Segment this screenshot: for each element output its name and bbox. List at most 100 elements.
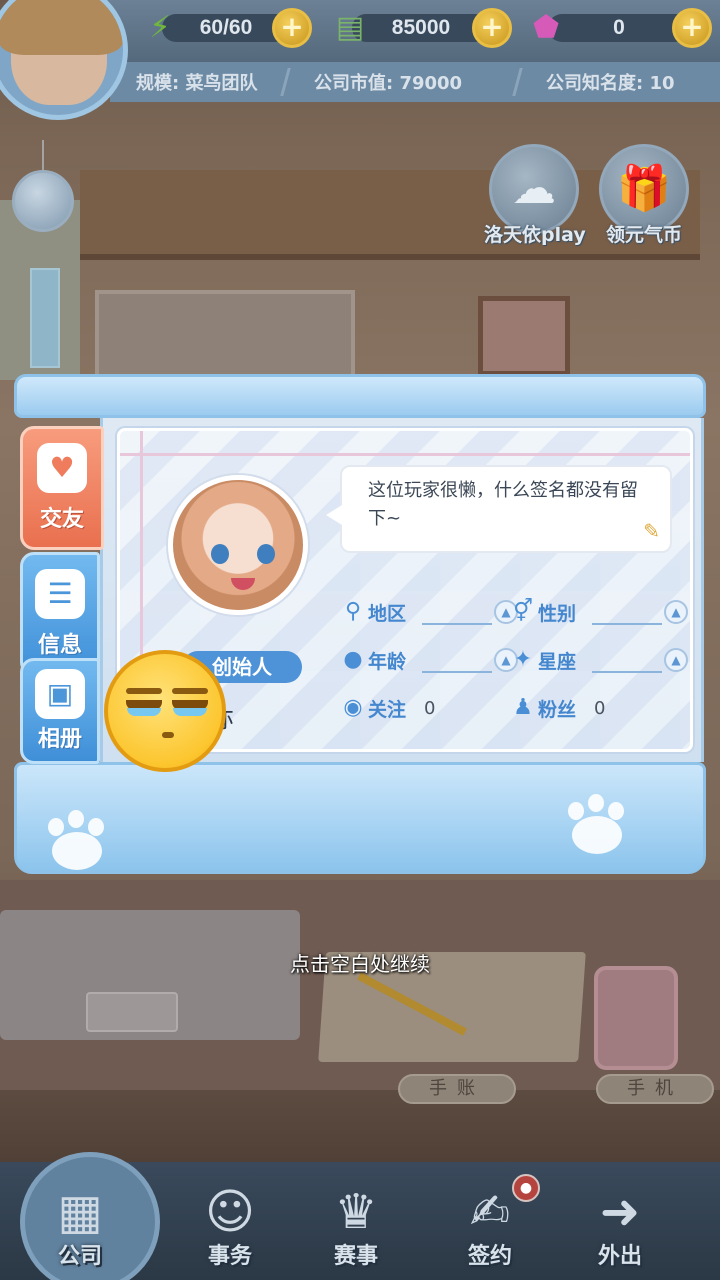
tab-album[interactable]: ▣ 相册 [20,658,100,764]
zodiac-field[interactable]: ✦ 星座 ▲ [510,645,688,675]
add-gem-button[interactable]: + [672,8,712,48]
fans-stat[interactable]: ♟ 粉丝 0 [510,693,605,723]
nav-sign[interactable]: ✍ ● 签约 [430,1170,550,1280]
company-fame: 公司知名度: 10 [546,73,675,94]
tap-to-continue-hint[interactable]: 点击空白处继续 [0,948,720,977]
profile-dialog: 创始人 亦 这位玩家很懒，什么签名都没有留下~ ✎ ⚲ 地区 ▲ ⚥ 性别 ▲ … [12,374,706,884]
nav-company[interactable]: ▦ 公司 [20,1152,160,1280]
nav-affairs[interactable]: ☺ 事务 [170,1170,290,1280]
company-stats-bar: 规模: 菜鸟团队 公司市值: 79000 公司知名度: 10 [110,62,720,102]
gender-label: 性别 [538,602,577,625]
age-label: 年龄 [368,650,407,673]
following-count: 0 [424,697,436,719]
phone-icon[interactable] [594,966,678,1070]
stats-separator [280,68,298,96]
profile-avatar[interactable] [168,475,308,615]
cash-stack-icon: ▤ [335,10,365,45]
cash-resource: ▤ 85000 + [330,6,512,50]
tab-album-label: 相册 [37,727,82,752]
paw-toe [88,818,104,836]
following-stat[interactable]: ◉ 关注 0 [340,693,435,723]
emoji-mouth [162,732,174,738]
emoji-tear [173,708,207,716]
top-hud: ⚡ 60/60 + ▤ 85000 + ⬟ 0 + 规模: 菜鸟团队 公司市值:… [0,0,720,120]
luo-tianyi-play-button[interactable]: ☁ 洛天依play [484,144,586,254]
fans-count: 0 [594,697,606,719]
tab-friends[interactable]: ♥ 交友 [20,426,104,550]
user-icon: ♟ [513,695,533,720]
paw-toe [608,802,624,820]
document-icon: ☰ [35,569,85,619]
nav-sign-label: 签约 [467,1244,512,1269]
stats-separator [512,68,530,96]
emoji-brow [126,688,162,694]
zodiac-input[interactable] [592,647,662,673]
gender-field[interactable]: ⚥ 性别 ▲ [510,597,688,627]
eye-icon: ◉ [343,695,363,720]
avatar-hair [0,0,123,55]
following-label: 关注 [368,698,407,721]
tab-info-label: 信息 [37,633,82,658]
charm-string [42,140,44,170]
star-icon: ✦ [513,647,533,672]
shelf [95,290,355,380]
paw-pad [572,816,622,854]
nav-out[interactable]: ➜ 外出 [560,1170,680,1280]
nav-company-label: 公司 [57,1244,102,1269]
region-field[interactable]: ⚲ 地区 ▲ [340,597,518,627]
edit-pencil-icon[interactable]: ✎ [643,517,660,545]
promo-label: 洛天依play [484,224,586,246]
gender-dropdown-icon[interactable]: ▲ [664,600,688,624]
nav-affairs-label: 事务 [207,1244,252,1269]
annoyed-face-emoji-icon [104,650,226,772]
avatar-eye [211,544,229,564]
age-badge-icon: ● [343,647,363,672]
paw-toe [68,810,84,828]
image-icon: ▣ [35,669,85,719]
avatar-eye [257,544,275,564]
paw-icon [42,810,112,870]
age-field[interactable]: ● 年龄 ▲ [340,645,518,675]
wall-picture [478,296,570,376]
add-cash-button[interactable]: + [472,8,512,48]
player-avatar[interactable] [0,0,128,120]
fans-label: 粉丝 [538,698,577,721]
gem-value: 0 [613,16,625,39]
age-input[interactable] [422,647,492,673]
emoji-tear [127,708,161,716]
gem-icon: ⬟ [532,10,560,45]
gem-resource: ⬟ 0 + [526,6,712,50]
paw-toe [588,794,604,812]
paw-toe [568,802,584,820]
cash-value: 85000 [391,16,451,39]
add-energy-button[interactable]: + [272,8,312,48]
signature-bubble[interactable]: 这位玩家很懒，什么签名都没有留下~ ✎ [326,465,672,553]
wind-chime-tag [30,268,60,368]
emoji-brow [172,688,208,694]
laptop-touchpad [86,992,178,1032]
gender-input[interactable] [592,599,662,625]
zodiac-label: 星座 [538,650,577,673]
paw-toe [48,818,64,836]
notebook-button[interactable]: 手账 [398,1074,516,1104]
region-input[interactable] [422,599,492,625]
paw-icon [562,794,632,854]
phone-button[interactable]: 手机 [596,1074,714,1104]
notification-badge-icon: ● [512,1174,540,1202]
lightning-icon: ⚡ [149,10,171,45]
wind-chime-icon[interactable] [12,170,74,232]
paw-pad [52,832,102,870]
zodiac-dropdown-icon[interactable]: ▲ [664,648,688,672]
dialog-top-bar [14,374,706,418]
location-pin-icon: ⚲ [344,599,362,624]
heart-chat-icon: ♥ [37,443,87,493]
company-market-value: 公司市值: 79000 [314,73,463,94]
nav-out-label: 外出 [597,1244,642,1269]
nav-events[interactable]: ♛ 赛事 [296,1170,416,1280]
company-scale: 规模: 菜鸟团队 [136,73,258,94]
signature-text: 这位玩家很懒，什么签名都没有留下~ [368,480,638,529]
nav-events-label: 赛事 [333,1244,378,1269]
claim-coins-button[interactable]: 🎁 领元气币 [594,144,694,254]
gender-icon: ⚥ [513,599,533,624]
avatar-mouth [231,578,255,590]
